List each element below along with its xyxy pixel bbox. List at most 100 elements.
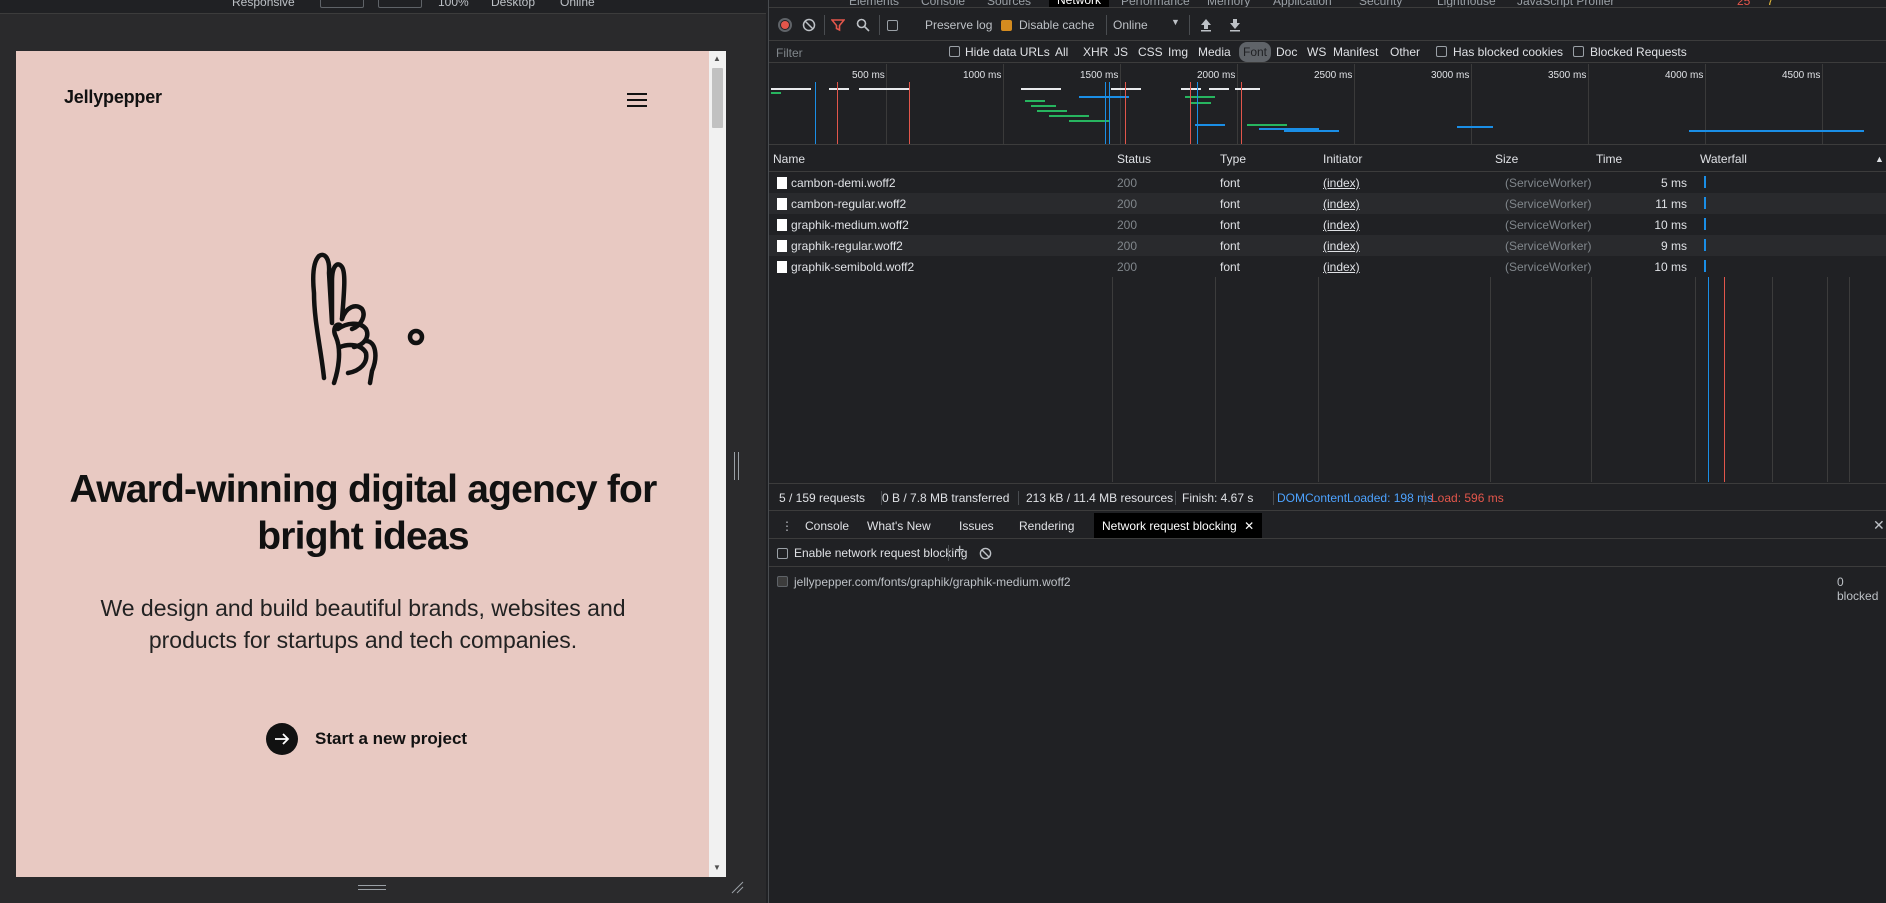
drawer-menu-icon[interactable]: ⋮ bbox=[781, 519, 793, 533]
pattern-checkbox[interactable] bbox=[777, 576, 788, 587]
filter-img[interactable]: Img bbox=[1168, 45, 1188, 59]
tab-console[interactable]: Console bbox=[921, 0, 965, 7]
resize-corner-icon[interactable] bbox=[730, 880, 744, 894]
clear-icon[interactable] bbox=[802, 18, 816, 32]
network-toolbar: Preserve log Disable cache Online ▼ bbox=[769, 9, 1886, 41]
has-blocked-cookies-checkbox[interactable] bbox=[1436, 46, 1447, 57]
filter-icon[interactable] bbox=[831, 18, 845, 32]
record-icon[interactable] bbox=[778, 18, 792, 32]
tab-performance[interactable]: Performance bbox=[1121, 0, 1190, 7]
column-status[interactable]: Status bbox=[1117, 152, 1151, 166]
drawer-tab-request-blocking[interactable]: Network request blocking ✕ bbox=[1094, 513, 1263, 538]
preserve-log-checkbox[interactable] bbox=[887, 20, 898, 31]
filter-doc[interactable]: Doc bbox=[1276, 45, 1297, 59]
table-row[interactable]: graphik-semibold.woff2 200 font (index) (Ser… bbox=[769, 256, 1886, 277]
tab-js-profiler[interactable]: JavaScript Profiler bbox=[1517, 0, 1614, 7]
filter-font[interactable]: Font bbox=[1239, 42, 1272, 62]
export-har-icon[interactable] bbox=[1229, 18, 1241, 32]
site-logo[interactable]: Jellypepper bbox=[64, 87, 162, 108]
resize-bottom-handle[interactable] bbox=[358, 883, 386, 891]
filter-xhr[interactable]: XHR bbox=[1083, 45, 1108, 59]
scroll-down-icon[interactable]: ▼ bbox=[713, 863, 721, 872]
disable-cache-checkbox[interactable] bbox=[1001, 20, 1012, 31]
throttle-select[interactable]: Online bbox=[1113, 18, 1148, 32]
blocked-requests-label[interactable]: Blocked Requests bbox=[1590, 45, 1687, 59]
device-toolbar: Responsive 100% Desktop Online bbox=[0, 0, 766, 14]
enable-blocking-checkbox[interactable] bbox=[777, 548, 788, 559]
warning-count-badge[interactable]: 7 bbox=[1767, 0, 1774, 7]
request-initiator[interactable]: (index) bbox=[1323, 218, 1360, 232]
search-icon[interactable] bbox=[856, 18, 870, 32]
request-size: (ServiceWorker) bbox=[1505, 239, 1592, 253]
filter-ws[interactable]: WS bbox=[1307, 45, 1326, 59]
tab-elements[interactable]: Elements bbox=[849, 0, 899, 7]
request-initiator[interactable]: (index) bbox=[1323, 197, 1360, 211]
drawer-tab-whats-new[interactable]: What's New bbox=[867, 519, 931, 533]
drawer-tab-console[interactable]: Console bbox=[805, 519, 849, 533]
request-size: (ServiceWorker) bbox=[1505, 197, 1592, 211]
blocked-requests-checkbox[interactable] bbox=[1573, 46, 1584, 57]
column-time[interactable]: Time bbox=[1596, 152, 1622, 166]
import-har-icon[interactable] bbox=[1200, 18, 1212, 32]
error-count-badge[interactable]: 25 bbox=[1737, 0, 1750, 7]
hide-data-urls-label[interactable]: Hide data URLs bbox=[965, 45, 1050, 59]
tick-label: 1000 ms bbox=[963, 70, 1002, 81]
enable-blocking-label[interactable]: Enable network request blocking bbox=[794, 546, 967, 560]
mode-select[interactable]: Desktop bbox=[491, 0, 535, 9]
scrollbar-thumb[interactable] bbox=[712, 68, 723, 128]
tab-network[interactable]: Network bbox=[1049, 0, 1110, 7]
table-row[interactable]: cambon-demi.woff2 200 font (index) (ServiceW… bbox=[769, 172, 1886, 193]
start-project-button[interactable]: Start a new project bbox=[266, 723, 467, 755]
table-row[interactable]: graphik-medium.woff2 200 font (index) (Servi… bbox=[769, 214, 1886, 235]
filter-all[interactable]: All bbox=[1055, 45, 1068, 59]
tick-label: 2000 ms bbox=[1197, 70, 1236, 81]
remove-all-patterns-icon[interactable] bbox=[979, 547, 992, 560]
summary-dcl: DOMContentLoaded: 198 ms bbox=[1277, 491, 1434, 505]
table-row[interactable]: cambon-regular.woff2 200 font (index) (Servi… bbox=[769, 193, 1886, 214]
tab-memory[interactable]: Memory bbox=[1207, 0, 1250, 7]
request-initiator[interactable]: (index) bbox=[1323, 239, 1360, 253]
disable-cache-label[interactable]: Disable cache bbox=[1019, 18, 1094, 32]
menu-icon[interactable] bbox=[627, 92, 647, 108]
devtools-panel: Elements Console Sources Network Perform… bbox=[768, 0, 1886, 903]
column-name[interactable]: Name bbox=[773, 152, 805, 166]
device-select[interactable]: Responsive bbox=[232, 0, 295, 9]
page-scrollbar[interactable]: ▲ ▼ bbox=[709, 51, 726, 877]
close-drawer-icon[interactable]: ✕ bbox=[1873, 517, 1885, 534]
filter-js[interactable]: JS bbox=[1114, 45, 1128, 59]
hide-data-urls-checkbox[interactable] bbox=[949, 46, 960, 57]
height-input[interactable] bbox=[378, 0, 422, 8]
filter-media[interactable]: Media bbox=[1198, 45, 1231, 59]
drawer-tab-rendering[interactable]: Rendering bbox=[1019, 519, 1074, 533]
column-initiator[interactable]: Initiator bbox=[1323, 152, 1362, 166]
close-tab-icon[interactable]: ✕ bbox=[1244, 519, 1254, 533]
sort-up-icon[interactable]: ▲ bbox=[1875, 154, 1884, 164]
tab-application[interactable]: Application bbox=[1273, 0, 1332, 7]
has-blocked-cookies-label[interactable]: Has blocked cookies bbox=[1453, 45, 1563, 59]
tab-security[interactable]: Security bbox=[1359, 0, 1402, 7]
column-type[interactable]: Type bbox=[1220, 152, 1246, 166]
filter-css[interactable]: CSS bbox=[1138, 45, 1163, 59]
column-size[interactable]: Size bbox=[1495, 152, 1518, 166]
network-overview-timeline[interactable]: 500 ms 1000 ms 1500 ms 2000 ms 2500 ms 3… bbox=[769, 64, 1886, 145]
zoom-select[interactable]: 100% bbox=[438, 0, 469, 9]
tab-sources[interactable]: Sources bbox=[987, 0, 1031, 7]
add-pattern-icon[interactable]: + bbox=[955, 542, 964, 560]
tab-lighthouse[interactable]: Lighthouse bbox=[1437, 0, 1496, 7]
request-initiator[interactable]: (index) bbox=[1323, 176, 1360, 190]
column-waterfall[interactable]: Waterfall bbox=[1700, 152, 1747, 166]
scroll-up-icon[interactable]: ▲ bbox=[713, 54, 721, 63]
request-initiator[interactable]: (index) bbox=[1323, 260, 1360, 274]
drawer-tab-issues[interactable]: Issues bbox=[959, 519, 994, 533]
filter-other[interactable]: Other bbox=[1390, 45, 1420, 59]
filter-manifest[interactable]: Manifest bbox=[1333, 45, 1378, 59]
waterfall-bar bbox=[1704, 239, 1706, 251]
table-row[interactable]: graphik-regular.woff2 200 font (index) (Serv… bbox=[769, 235, 1886, 256]
resize-right-handle[interactable] bbox=[733, 452, 741, 480]
width-input[interactable] bbox=[320, 0, 364, 8]
preserve-log-label[interactable]: Preserve log bbox=[925, 18, 992, 32]
filter-input[interactable]: Filter bbox=[770, 43, 935, 60]
chevron-down-icon[interactable]: ▼ bbox=[1171, 17, 1180, 27]
blocked-pattern[interactable]: jellypepper.com/fonts/graphik/graphik-me… bbox=[794, 575, 1071, 589]
throttle-select[interactable]: Online bbox=[560, 0, 595, 9]
